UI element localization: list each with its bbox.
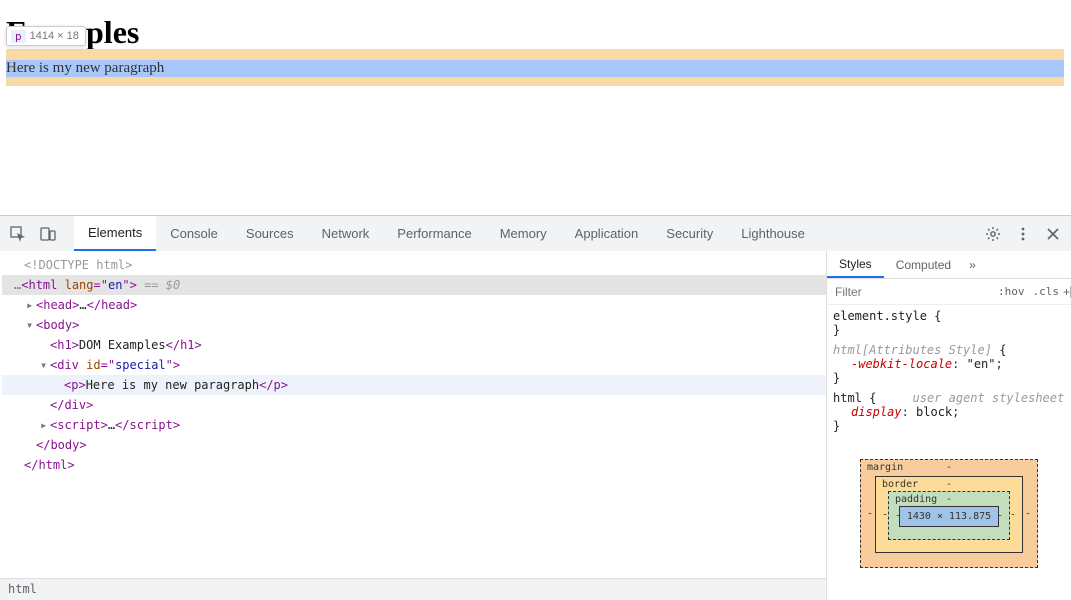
dom-doctype[interactable]: <!DOCTYPE html> [2,255,826,275]
devtools-toolbar: Elements Console Sources Network Perform… [0,215,1071,251]
devtools-body: <!DOCTYPE html> …<html lang="en"> == $0 … [0,251,1071,600]
box-model[interactable]: margin - - - border - - - padding - - - … [860,459,1038,568]
dom-body-open[interactable]: ▾<body> [2,315,826,335]
bm-margin-label: margin [867,462,903,473]
paragraph-highlight: Here is my new paragraph [6,60,1064,77]
bm-padding-label: padding [895,494,937,505]
styles-tab-computed[interactable]: Computed [884,251,963,278]
styles-tabs: Styles Computed » [827,251,1071,279]
dom-html-close[interactable]: </html> [2,455,826,475]
rule-html-attr[interactable]: html[Attributes Style] { -webkit-locale:… [833,343,1065,385]
styles-filter-row: :hov .cls + [827,279,1071,305]
cls-toggle[interactable]: .cls [1029,285,1064,298]
styles-panel: Styles Computed » :hov .cls + element.st… [826,251,1071,600]
tab-memory[interactable]: Memory [486,216,561,251]
add-rule-icon[interactable]: + [1063,285,1070,299]
page-preview: Here is my new paragraph Examples p 1414… [0,0,1071,215]
tab-network[interactable]: Network [308,216,384,251]
dom-div-close[interactable]: </div> [2,395,826,415]
dom-script[interactable]: ▸<script>…</script> [2,415,826,435]
device-toggle-icon[interactable] [36,222,60,246]
styles-tab-styles[interactable]: Styles [827,251,884,278]
styles-filter-input[interactable] [831,285,994,299]
dom-h1[interactable]: <h1>DOM Examples</h1> [2,335,826,355]
page-heading: Examples [6,14,1071,51]
tab-application[interactable]: Application [561,216,653,251]
tab-security[interactable]: Security [652,216,727,251]
styles-tabs-more-icon[interactable]: » [963,258,982,272]
css-rules[interactable]: element.style { } html[Attributes Style]… [827,305,1071,443]
bm-content: 1430 × 113.875 [899,506,999,527]
dom-p[interactable]: <p>Here is my new paragraph</p> [2,375,826,395]
dom-tree-panel[interactable]: <!DOCTYPE html> …<html lang="en"> == $0 … [0,251,826,600]
dom-body-close[interactable]: </body> [2,435,826,455]
tab-console[interactable]: Console [156,216,232,251]
tab-elements[interactable]: Elements [74,216,156,251]
dom-html[interactable]: …<html lang="en"> == $0 [2,275,826,295]
rule-html-ua[interactable]: html { user agent stylesheet display: bl… [833,391,1065,433]
tab-performance[interactable]: Performance [383,216,485,251]
inspect-icon[interactable] [6,222,30,246]
kebab-icon[interactable] [1011,222,1035,246]
rule-element-style[interactable]: element.style { } [833,309,1065,337]
bm-border-label: border [882,479,918,490]
gear-icon[interactable] [981,222,1005,246]
tab-lighthouse[interactable]: Lighthouse [727,216,819,251]
tab-sources[interactable]: Sources [232,216,308,251]
inspect-tag-name: p [11,30,26,43]
inspect-dimensions: 1414 × 18 [30,30,79,42]
breadcrumb[interactable]: html [0,578,826,600]
hov-toggle[interactable]: :hov [994,285,1029,298]
devtools-tabs: Elements Console Sources Network Perform… [74,216,819,251]
dom-div-open[interactable]: ▾<div id="special"> [2,355,826,375]
close-icon[interactable] [1041,222,1065,246]
inspect-tooltip: p 1414 × 18 [6,26,86,46]
dom-head[interactable]: ▸<head>…</head> [2,295,826,315]
